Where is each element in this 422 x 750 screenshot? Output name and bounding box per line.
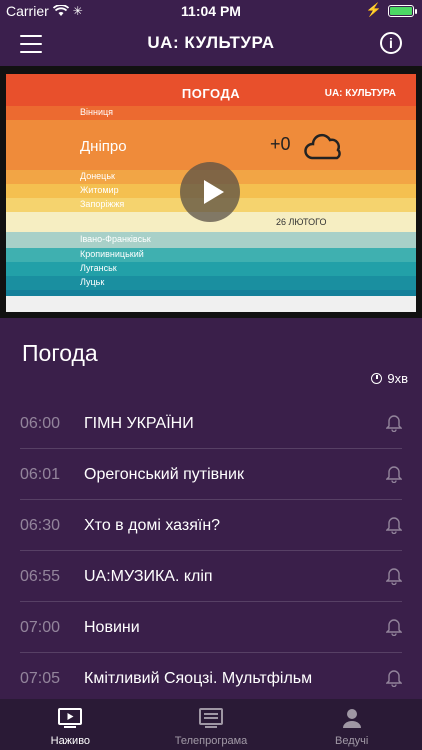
tab-label: Телепрограма xyxy=(174,735,248,747)
tab-schedule[interactable]: Телепрограма xyxy=(141,699,282,750)
schedule-name: Орегонський путівник xyxy=(84,466,244,483)
schedule-time: 07:00 xyxy=(20,619,61,636)
schedule-row[interactable]: 06:30 Хто в домі хазяїн? xyxy=(20,500,402,551)
duration-label: 9хв xyxy=(387,371,408,386)
tv-icon xyxy=(58,708,83,728)
schedule-name: UA:МУЗИКА. кліп xyxy=(84,568,213,585)
schedule-icon xyxy=(199,708,223,728)
city-main-label: Дніпро xyxy=(80,138,127,155)
schedule-time: 06:00 xyxy=(20,415,61,432)
bell-icon[interactable] xyxy=(386,414,402,432)
navigation-bar: UA: КУЛЬТУРА i xyxy=(0,22,422,66)
battery-icon xyxy=(388,5,417,17)
schedule-time: 07:05 xyxy=(20,670,61,687)
schedule-time: 06:30 xyxy=(20,517,61,534)
city-label: Луганськ xyxy=(80,263,117,273)
app-logo: UA: КУЛЬТУРА xyxy=(147,33,275,52)
city-label: Вінниця xyxy=(80,107,113,117)
city-label: Луцьк xyxy=(80,277,105,287)
tab-label: Ведучі xyxy=(335,735,369,747)
bell-icon[interactable] xyxy=(386,618,402,636)
status-bar: Carrier ✳ 11:04 PM ⚡ xyxy=(0,0,422,22)
clock-icon xyxy=(371,373,383,384)
charging-icon: ⚡ xyxy=(365,2,382,17)
city-label: Донецьк xyxy=(80,171,115,181)
video-player[interactable]: ПОГОДА UA: КУЛЬТУРА Вінниця Дніпро +0 До… xyxy=(0,66,422,318)
schedule-time: 06:01 xyxy=(20,466,61,483)
schedule-time: 06:55 xyxy=(20,568,61,585)
schedule-name: ГІМН УКРАЇНИ xyxy=(84,415,194,432)
tab-hosts[interactable]: Ведучі xyxy=(281,699,422,750)
date-label: 26 ЛЮТОГО xyxy=(276,217,327,227)
person-icon xyxy=(342,709,361,728)
schedule-row[interactable]: 06:00 ГІМН УКРАЇНИ xyxy=(20,398,402,449)
channel-watermark: UA: КУЛЬТУРА xyxy=(324,88,396,99)
city-label: Кропивницький xyxy=(80,249,144,259)
bell-icon[interactable] xyxy=(386,465,402,483)
program-duration: 9хв xyxy=(371,371,408,386)
tab-live[interactable]: Наживо xyxy=(0,699,141,750)
schedule-row[interactable]: 06:01 Орегонський путівник xyxy=(20,449,402,500)
bell-icon[interactable] xyxy=(386,669,402,687)
schedule-row[interactable]: 06:55 UA:МУЗИКА. кліп xyxy=(20,551,402,602)
schedule-name: Хто в домі хазяїн? xyxy=(84,517,221,534)
status-time: 11:04 PM xyxy=(181,3,241,19)
program-title: Погода xyxy=(22,340,98,366)
tab-label: Наживо xyxy=(50,735,91,747)
city-label: Івано-Франківськ xyxy=(80,234,151,244)
schedule-row[interactable]: 07:00 Новини xyxy=(20,602,402,653)
tab-bar: Наживо Телепрограма Ведучі xyxy=(0,699,422,750)
city-label: Запоріжжя xyxy=(80,199,125,209)
cloud-icon xyxy=(304,133,341,160)
schedule-name: Новини xyxy=(84,619,140,636)
schedule-list: 06:00 ГІМН УКРАЇНИ 06:01 Орегонський пут… xyxy=(0,398,422,704)
play-button[interactable] xyxy=(180,162,240,222)
schedule-row[interactable]: 07:05 Кмітливий Сяоцзі. Мультфільм xyxy=(20,653,402,704)
temperature-label: +0 xyxy=(270,134,291,154)
bell-icon[interactable] xyxy=(386,567,402,585)
schedule-name: Кмітливий Сяоцзі. Мультфільм xyxy=(84,670,313,687)
city-label: Житомир xyxy=(80,185,119,195)
bell-icon[interactable] xyxy=(386,516,402,534)
info-icon[interactable]: i xyxy=(380,32,402,54)
